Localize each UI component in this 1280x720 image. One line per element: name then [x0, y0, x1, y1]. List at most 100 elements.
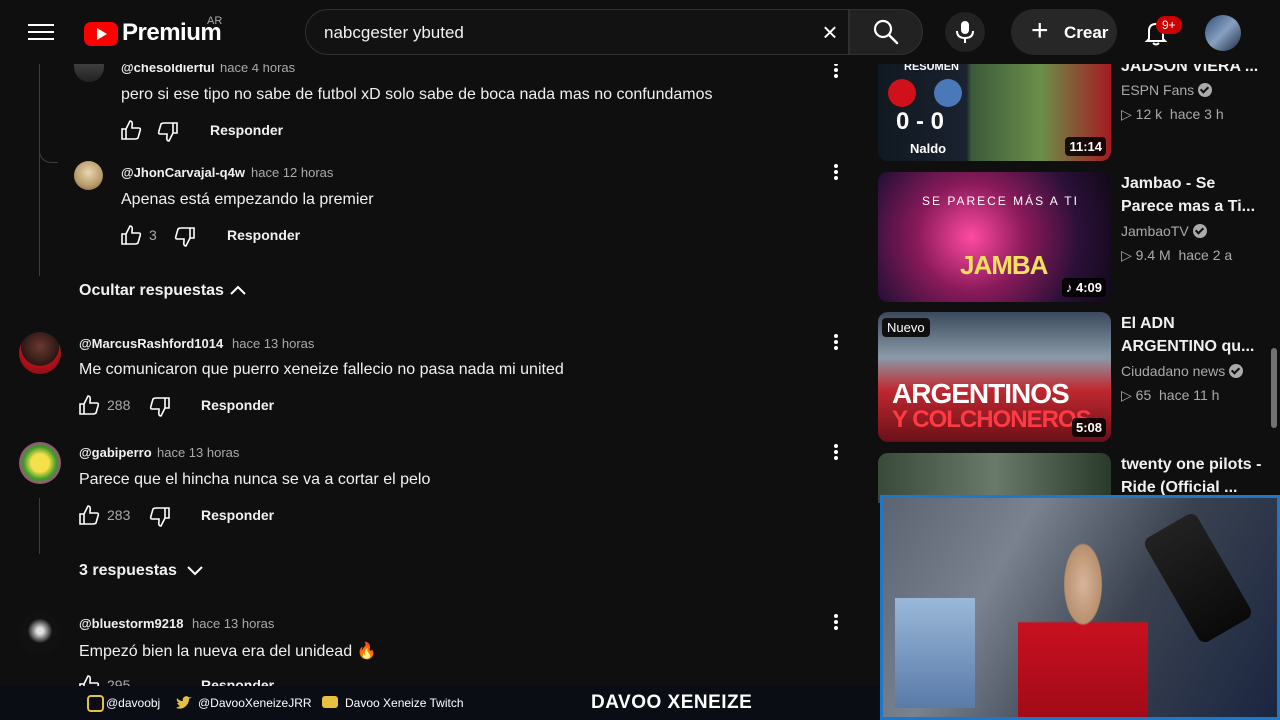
twitter-icon: [176, 696, 192, 709]
dislike-icon[interactable]: [149, 506, 171, 528]
duration-label: 4:09: [1075, 280, 1102, 295]
like-count: 288: [107, 397, 131, 413]
thread-line: [39, 64, 40, 276]
like-count: 3: [149, 227, 157, 243]
hide-replies-button[interactable]: Ocultar respuestas: [79, 282, 224, 300]
channel-label: JambaoTV: [1121, 223, 1189, 239]
video-meta: ▷ 65 hace 11 h: [1121, 387, 1220, 403]
thread-line: [39, 498, 40, 554]
twitch-channel: Davoo Xeneize Twitch: [345, 696, 464, 710]
instagram-handle: @davoobj: [106, 696, 161, 710]
thumbnail-caption: SE PARECE MÁS A TI: [922, 194, 1079, 208]
youtube-icon: [322, 696, 338, 708]
like-count: 283: [107, 507, 131, 523]
comment-author[interactable]: @bluestorm9218: [79, 616, 183, 631]
channel-name[interactable]: ESPN Fans: [1121, 82, 1213, 98]
youtube-logo-icon[interactable]: [84, 22, 118, 46]
chevron-up-icon[interactable]: [228, 283, 248, 297]
menu-icon[interactable]: [28, 20, 54, 44]
comment-time[interactable]: hace 13 horas: [232, 336, 314, 351]
upload-age: hace 11 h: [1159, 387, 1220, 403]
webcam-microphone: [1142, 511, 1254, 645]
channel-label: ESPN Fans: [1121, 82, 1195, 98]
reply-button[interactable]: Responder: [227, 227, 300, 243]
new-badge: Nuevo: [882, 318, 930, 337]
plus-icon: +: [1031, 14, 1049, 47]
thumbnail-brand: Naldo: [910, 141, 947, 156]
like-icon[interactable]: [78, 504, 100, 526]
create-label: Crear: [1064, 23, 1109, 42]
search-input[interactable]: nabcgester ybuted: [324, 23, 464, 43]
video-thumbnail[interactable]: Nuevo ARGENTINOS Y COLCHONEROS 5:08: [878, 312, 1111, 442]
notifications-badge: 9+: [1156, 16, 1182, 34]
thumbnail-logo: JAMBA: [960, 250, 1048, 280]
scrollbar-thumb[interactable]: [1271, 348, 1277, 428]
top-bar: Premium AR nabcgester ybuted × + Crear 9…: [0, 0, 1280, 64]
verified-icon: [1198, 83, 1213, 97]
upload-age: hace 3 h: [1169, 106, 1224, 122]
comment-text: Me comunicaron que puerro xeneize fallec…: [79, 361, 564, 378]
video-duration: ♪ 4:09: [1061, 278, 1106, 297]
comment-text: Empezó bien la nueva era del unidead 🔥: [79, 643, 377, 660]
like-icon[interactable]: [120, 224, 142, 246]
comment-time[interactable]: hace 13 horas: [192, 616, 274, 631]
reply-button[interactable]: Responder: [201, 507, 274, 523]
verified-icon: [1229, 364, 1244, 378]
comment-text: Apenas está empezando la premier: [121, 191, 374, 208]
voice-search-button[interactable]: [945, 12, 985, 52]
dislike-icon[interactable]: [157, 121, 179, 143]
view-count: 12 k: [1135, 106, 1163, 122]
webcam-jersey-poster: [895, 598, 975, 708]
search-icon: [873, 19, 899, 45]
video-meta: ▷ 9.4 M hace 2 a: [1121, 247, 1233, 263]
view-count: 65: [1135, 387, 1152, 403]
channel-name[interactable]: Ciudadano news: [1121, 363, 1244, 379]
like-icon[interactable]: [78, 394, 100, 416]
stream-overlay-bar: @davoobj @DavooXeneizeJRR Davoo Xeneize …: [0, 686, 880, 720]
more-options-icon[interactable]: [826, 332, 846, 352]
video-title[interactable]: El ADN ARGENTINO qu...: [1121, 312, 1271, 358]
comment-time[interactable]: hace 13 horas: [157, 445, 239, 460]
country-code: AR: [207, 15, 223, 27]
dislike-icon[interactable]: [149, 396, 171, 418]
twitter-handle: @DavooXeneizeJRR: [198, 696, 312, 710]
comment-author[interactable]: @MarcusRashford1014: [79, 336, 223, 351]
comment-text: pero si ese tipo no sabe de futbol xD so…: [121, 86, 713, 103]
reply-button[interactable]: Responder: [210, 122, 283, 138]
dislike-icon[interactable]: [174, 226, 196, 248]
avatar[interactable]: [19, 332, 61, 374]
thread-hook: [39, 140, 58, 163]
clear-search-icon[interactable]: ×: [818, 19, 842, 45]
video-title[interactable]: twenty one pilots - Ride (Official ...: [1121, 453, 1271, 499]
channel-name[interactable]: JambaoTV: [1121, 223, 1207, 239]
more-options-icon[interactable]: [826, 612, 846, 632]
video-duration: 5:08: [1071, 418, 1106, 437]
video-thumbnail[interactable]: RESUMEN 0 - 0 Naldo 11:14: [878, 64, 1111, 161]
microphone-icon: [956, 21, 974, 43]
verified-icon: [1192, 224, 1207, 238]
chevron-down-icon[interactable]: [185, 564, 205, 578]
like-icon[interactable]: [120, 119, 142, 141]
account-avatar[interactable]: [1205, 15, 1241, 51]
more-options-icon[interactable]: [826, 162, 846, 182]
avatar[interactable]: [19, 442, 61, 484]
comment-author[interactable]: @JhonCarvajal-q4w: [121, 165, 245, 180]
instagram-icon: [87, 695, 104, 712]
more-options-icon[interactable]: [826, 442, 846, 462]
webcam-person: [1018, 538, 1148, 717]
avatar[interactable]: [74, 161, 103, 190]
reply-button[interactable]: Responder: [201, 397, 274, 413]
search-button[interactable]: [849, 9, 923, 55]
comment-author[interactable]: @gabiperro: [79, 445, 152, 460]
avatar[interactable]: [19, 612, 61, 654]
video-duration: 11:14: [1065, 137, 1106, 156]
webcam-overlay: [880, 495, 1280, 720]
upload-age: hace 2 a: [1178, 247, 1233, 263]
streamer-name: DAVOO XENEIZE: [591, 692, 753, 713]
show-replies-button[interactable]: 3 respuestas: [79, 562, 177, 580]
video-title[interactable]: Jambao - Se Parece mas a Ti...: [1121, 172, 1271, 218]
view-count: 9.4 M: [1135, 247, 1171, 263]
thumbnail-caption: Y COLCHONEROS: [892, 406, 1092, 433]
video-thumbnail[interactable]: SE PARECE MÁS A TI JAMBA ♪ 4:09: [878, 172, 1111, 302]
comment-time[interactable]: hace 12 horas: [251, 165, 333, 180]
